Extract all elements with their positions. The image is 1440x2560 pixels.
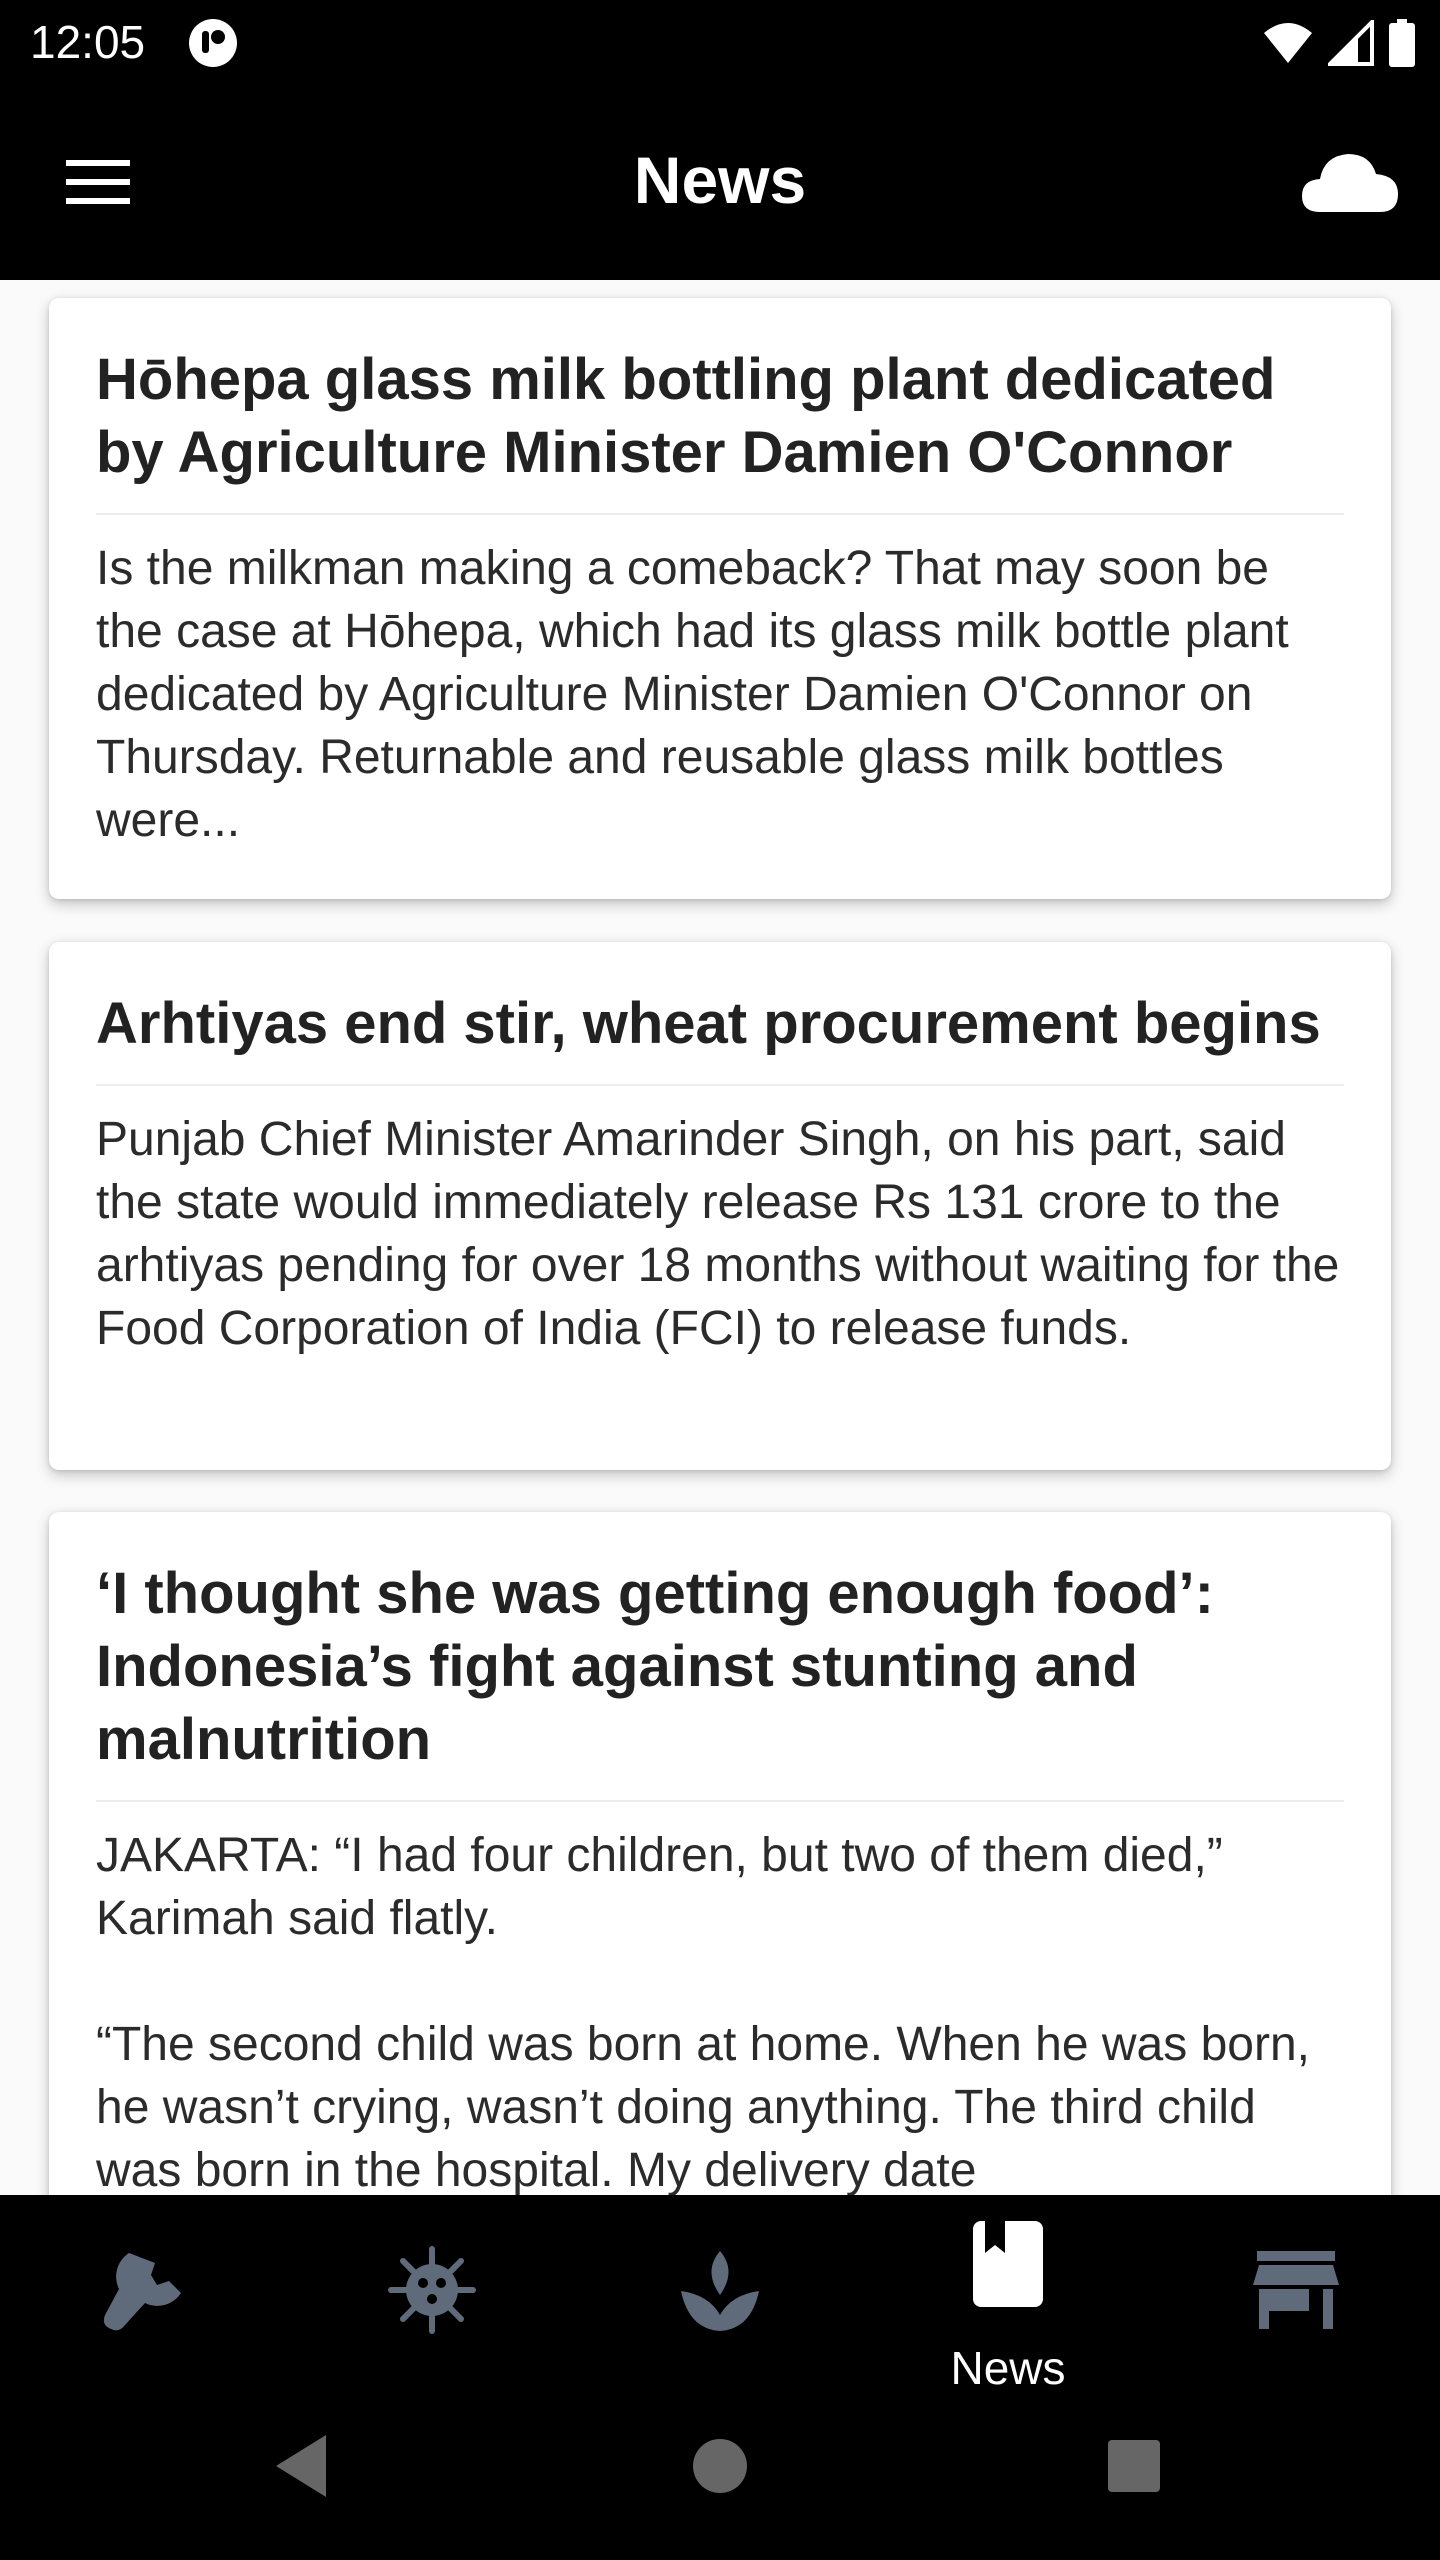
signal-icon	[1328, 20, 1374, 66]
article-title: Arhtiyas end stir, wheat procurement beg…	[96, 942, 1344, 1086]
news-book-icon	[973, 2221, 1043, 2307]
status-time: 12:05	[30, 16, 146, 68]
store-icon	[1253, 2251, 1339, 2329]
nav-label: News	[950, 2342, 1066, 2394]
nav-item-news[interactable]: News	[864, 2195, 1152, 2394]
sprout-icon	[681, 2251, 759, 2331]
bottom-navigation: News	[0, 2195, 1440, 2394]
article-summary: Punjab Chief Minister Amarinder Singh, o…	[96, 1113, 1340, 1355]
cloud-icon[interactable]	[1300, 148, 1400, 216]
nav-item-virus[interactable]	[288, 2195, 576, 2391]
news-list[interactable]: Hōhepa glass milk bottling plant dedicat…	[0, 280, 1440, 2195]
article-title: Hōhepa glass milk bottling plant dedicat…	[96, 298, 1344, 515]
nav-item-store[interactable]	[1152, 2195, 1440, 2391]
news-card[interactable]: Hōhepa glass milk bottling plant dedicat…	[49, 298, 1391, 899]
article-summary: JAKARTA: “I had four children, but two o…	[96, 1829, 1310, 2195]
app-notification-icon	[189, 19, 237, 67]
system-navigation-bar	[0, 2391, 1440, 2560]
virus-icon	[388, 2246, 476, 2334]
news-card[interactable]: Arhtiyas end stir, wheat procurement beg…	[49, 942, 1391, 1470]
article-summary: Is the milkman making a comeback? That m…	[96, 542, 1289, 847]
status-icons	[1262, 18, 1416, 68]
nav-item-tools[interactable]	[0, 2195, 288, 2391]
app-bar: News	[0, 84, 1440, 280]
home-icon[interactable]	[690, 2431, 750, 2501]
back-icon[interactable]	[270, 2431, 332, 2501]
news-card[interactable]: ‘I thought she was getting enough food’:…	[49, 1512, 1391, 2195]
status-bar: 12:05	[0, 0, 1440, 84]
battery-icon	[1389, 19, 1415, 67]
nav-item-plant[interactable]	[576, 2195, 864, 2391]
wifi-icon	[1264, 23, 1312, 63]
article-title: ‘I thought she was getting enough food’:…	[96, 1512, 1344, 1802]
wrench-icon	[103, 2253, 181, 2331]
recents-icon[interactable]	[1106, 2431, 1162, 2501]
page-title: News	[633, 143, 807, 217]
